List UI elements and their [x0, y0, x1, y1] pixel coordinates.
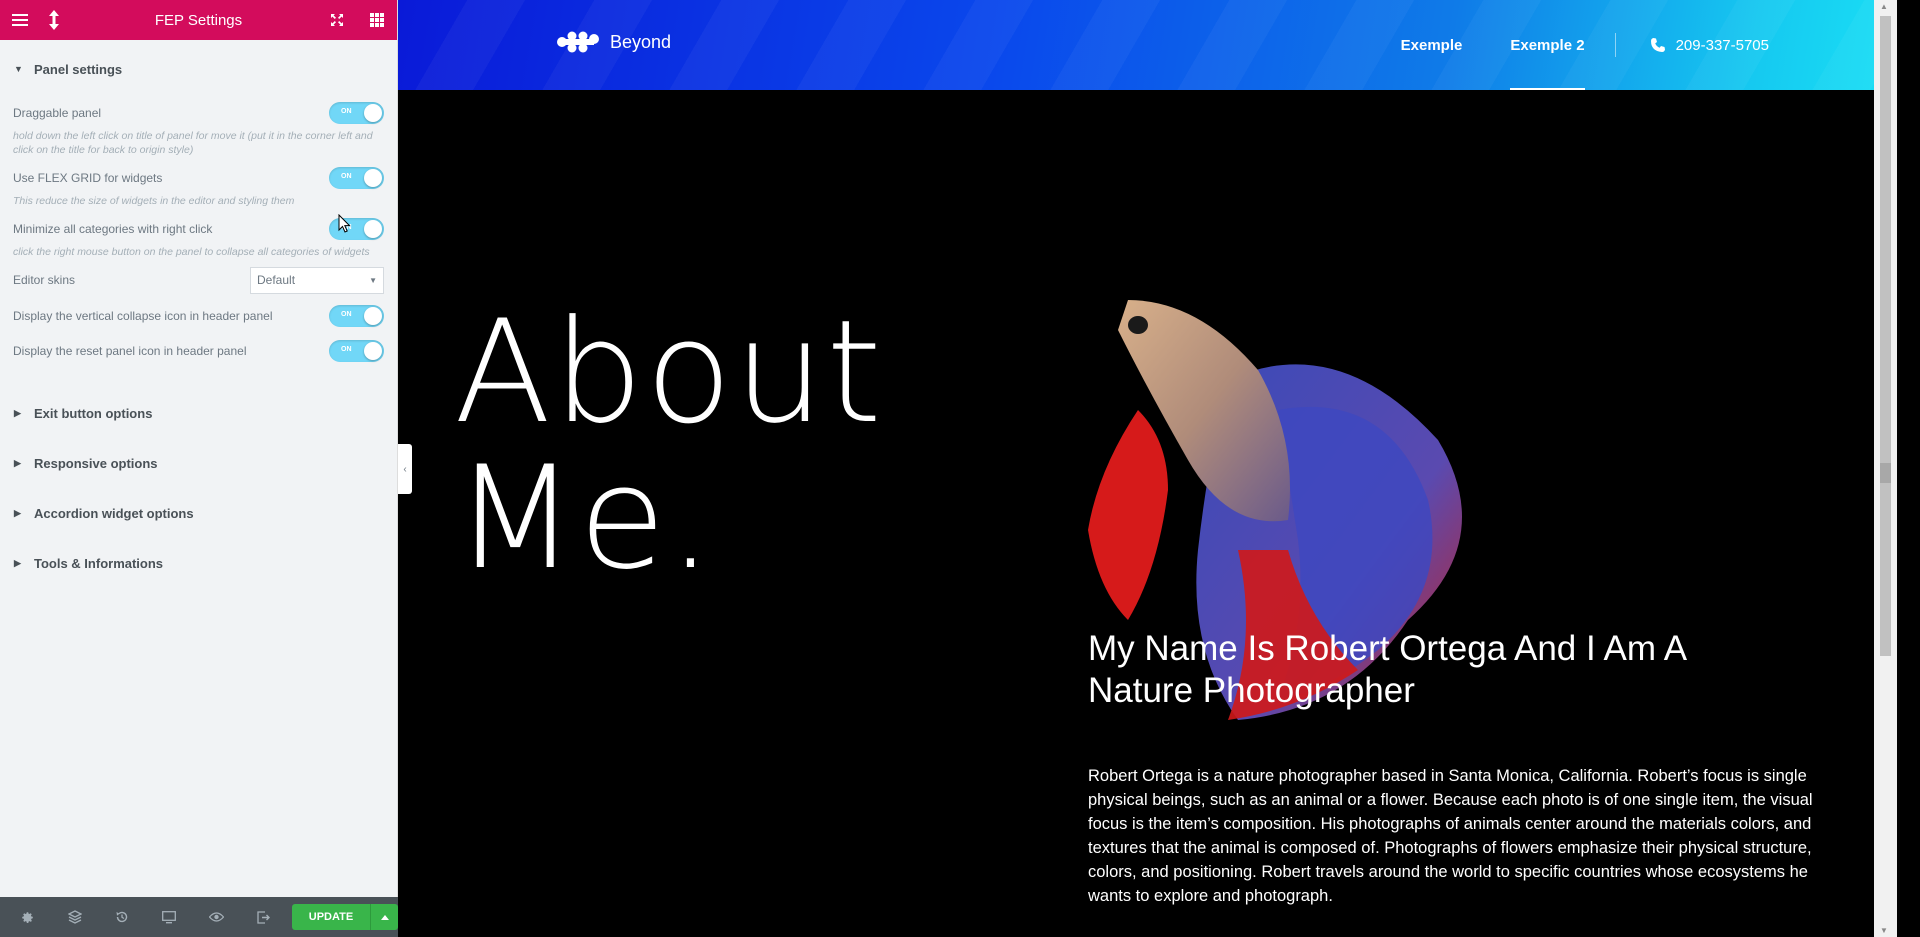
control-editor-skins: Editor skins Default ▼ [0, 265, 397, 295]
panel-header[interactable]: FEP Settings [0, 0, 397, 40]
about-heading: About Me. [454, 300, 884, 592]
intro-bio: Robert Ortega is a nature photographer b… [1088, 767, 1813, 905]
select-value: Default [257, 273, 296, 287]
editor-skins-select[interactable]: Default ▼ [250, 266, 384, 294]
reset-panel-icon[interactable] [317, 0, 357, 40]
dropdown-arrow-icon: ▼ [369, 275, 377, 285]
mouse-cursor-icon [338, 214, 351, 233]
toggle-state: ON [341, 173, 352, 180]
phone-link[interactable]: 209-337-5705 [1650, 37, 1769, 54]
update-button[interactable]: UPDATE [291, 904, 371, 930]
control-label: Display the reset panel icon in header p… [13, 344, 247, 358]
control-label: Editor skins [13, 273, 76, 287]
scrollbar[interactable]: ▲ ▼ [1874, 0, 1897, 937]
caret-right-icon: ▶ [14, 557, 21, 568]
caret-right-icon: ▶ [14, 407, 21, 418]
toggle-knob [364, 342, 382, 360]
preview-eye-icon[interactable] [193, 897, 240, 937]
logo-waves-icon [557, 31, 599, 53]
scroll-track-thumb[interactable] [1880, 16, 1891, 656]
responsive-desktop-icon[interactable] [146, 897, 193, 937]
control-description: This reduce the size of widgets in the e… [13, 195, 295, 207]
caret-down-icon: ▼ [14, 64, 23, 74]
control-label: Use FLEX GRID for widgets [13, 171, 163, 185]
settings-gear-icon[interactable] [4, 897, 51, 937]
exit-icon[interactable] [240, 897, 287, 937]
toggle-knob [364, 169, 382, 187]
panel-footer: UPDATE [0, 897, 398, 937]
control-label: Minimize all categories with right click [13, 222, 213, 236]
site-preview: Beyond Exemple Exemple 2 209-337-5705 Ab… [398, 0, 1897, 937]
section-title: Responsive options [34, 455, 158, 471]
nav-item-exemple[interactable]: Exemple [1401, 0, 1463, 90]
control-label: Draggable panel [13, 106, 102, 120]
toggle-knob [364, 220, 382, 238]
toggle-state: ON [341, 346, 352, 353]
collapse-icon-toggle[interactable]: ON [329, 305, 384, 327]
control-reset-icon: Display the reset panel icon in header p… [0, 336, 397, 366]
nav-divider [1614, 33, 1616, 57]
about-line-2: Me. [454, 436, 716, 601]
panel-body: ▼ Panel settings Draggable panel ON hold… [0, 40, 397, 588]
control-draggable-panel: Draggable panel ON hold down the left cl… [0, 98, 397, 157]
editor-panel: FEP Settings ▼ Panel settings Draggable … [0, 0, 398, 937]
about-line-1: About [454, 290, 884, 455]
logo-text: Beyond [610, 31, 672, 52]
control-description: click the right mouse button on the pane… [13, 246, 370, 258]
caret-right-icon: ▶ [14, 457, 21, 468]
site-header: Beyond Exemple Exemple 2 209-337-5705 [398, 0, 1897, 90]
draggable-panel-toggle[interactable]: ON [329, 102, 384, 124]
vertical-collapse-icon[interactable] [34, 0, 74, 40]
scroll-up-arrow-icon[interactable]: ▲ [1880, 2, 1888, 11]
panel-collapse-handle[interactable]: ‹ [398, 444, 412, 494]
section-title: Exit button options [34, 405, 153, 421]
intro-headline: My Name Is Robert Ortega And I Am A Natu… [1088, 629, 1686, 710]
history-icon[interactable] [99, 897, 146, 937]
toggle-state: ON [341, 311, 352, 318]
section-panel-settings[interactable]: ▼ Panel settings [0, 40, 397, 98]
caret-right-icon: ▶ [14, 507, 21, 518]
site-logo[interactable]: Beyond [556, 30, 671, 54]
control-collapse-icon: Display the vertical collapse icon in he… [0, 301, 397, 331]
section-responsive[interactable]: ▶ Responsive options [0, 438, 397, 488]
reset-icon-toggle[interactable]: ON [329, 340, 384, 362]
toggle-knob [364, 307, 382, 325]
section-accordion[interactable]: ▶ Accordion widget options [0, 488, 397, 538]
phone-icon [1650, 38, 1665, 52]
section-tools[interactable]: ▶ Tools & Informations [0, 538, 397, 588]
scroll-thumb[interactable] [1880, 463, 1891, 483]
section-title: Panel settings [34, 61, 123, 77]
toggle-state: ON [341, 108, 352, 115]
nav-item-exemple-2[interactable]: Exemple 2 [1510, 0, 1585, 90]
save-options-button[interactable] [370, 904, 398, 930]
chevron-left-icon: ‹ [403, 463, 407, 475]
toggle-knob [364, 104, 382, 122]
control-description: hold down the left click on title of pan… [13, 130, 373, 156]
phone-number: 209-337-5705 [1675, 36, 1769, 54]
control-flex-grid: Use FLEX GRID for widgets ON This reduce… [0, 163, 397, 208]
main-nav: Exemple Exemple 2 209-337-5705 [1353, 0, 1769, 90]
section-title: Tools & Informations [34, 555, 164, 571]
caret-up-icon [380, 914, 389, 920]
widgets-grid-icon[interactable] [357, 0, 397, 40]
flex-grid-toggle[interactable]: ON [329, 167, 384, 189]
navigator-layers-icon[interactable] [51, 897, 98, 937]
section-exit-button[interactable]: ▶ Exit button options [0, 388, 397, 438]
scroll-down-arrow-icon[interactable]: ▼ [1880, 926, 1888, 935]
control-label: Display the vertical collapse icon in he… [13, 309, 273, 323]
section-title: Accordion widget options [34, 505, 194, 521]
